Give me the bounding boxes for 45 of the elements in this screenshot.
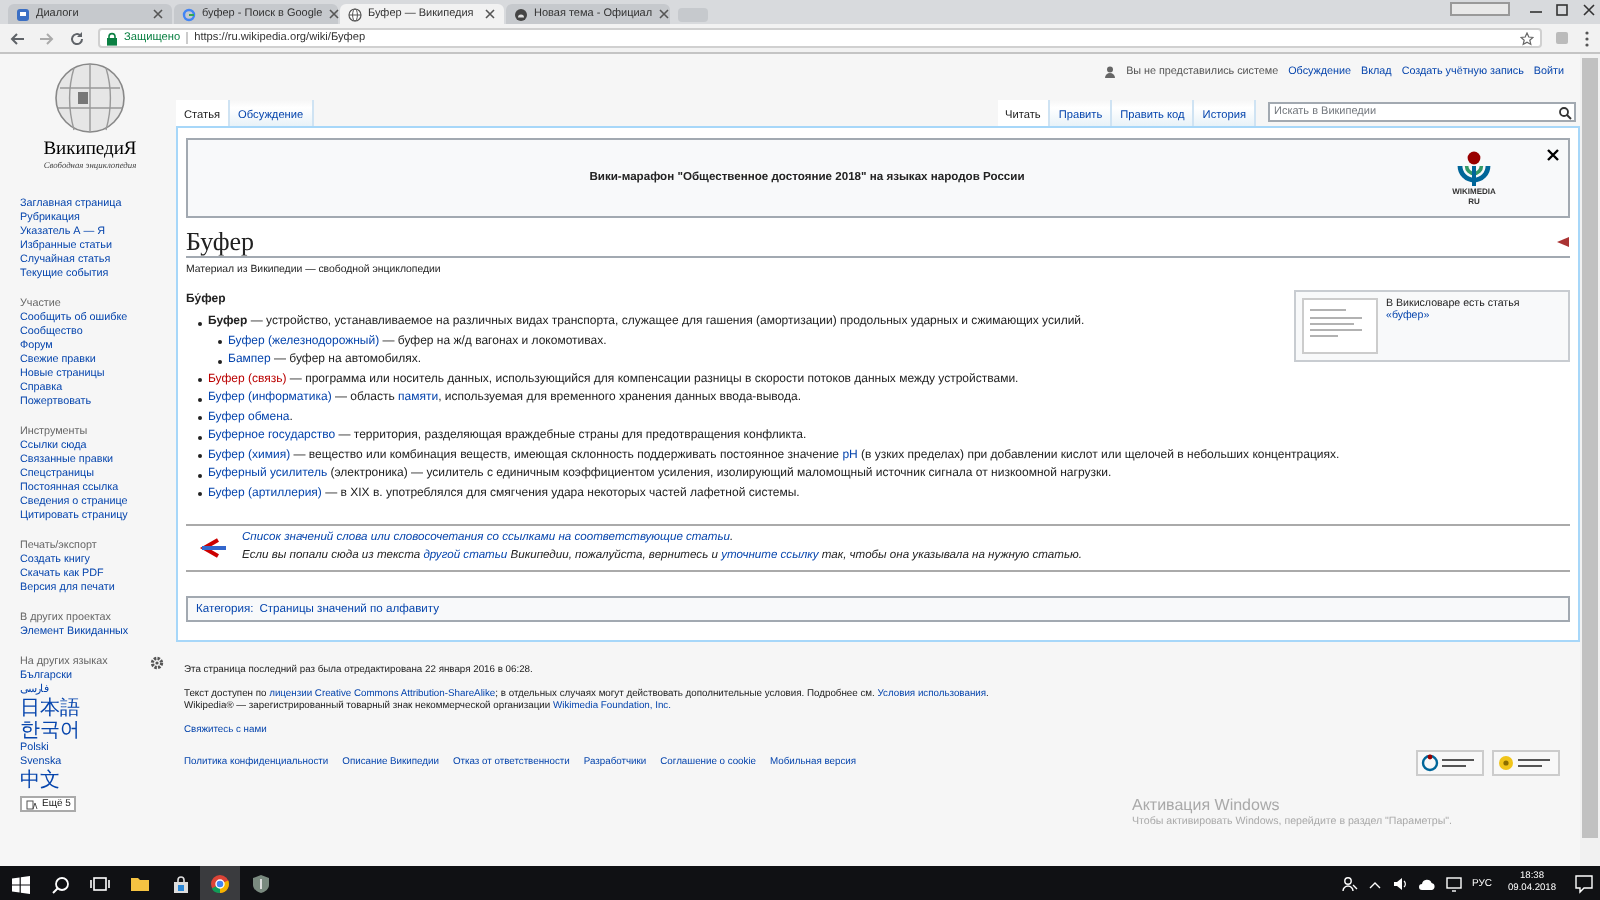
dictionary-page-drawing (1302, 298, 1378, 354)
sidebar-link[interactable]: 中文 (20, 770, 60, 792)
lock-icon (106, 31, 118, 45)
volume-icon[interactable] (1391, 876, 1408, 892)
close-icon[interactable] (1546, 148, 1560, 162)
search-icon[interactable] (1558, 105, 1572, 119)
translate-icon (26, 799, 38, 809)
windows-icon[interactable] (11, 875, 29, 893)
sidebar-link[interactable]: 日本語 (20, 698, 80, 720)
browser-icon (210, 874, 230, 894)
people-icon[interactable] (1341, 876, 1358, 892)
pointer-icon[interactable] (1556, 235, 1570, 247)
star-icon[interactable] (1520, 31, 1534, 45)
mediawiki-badge-icon[interactable] (1492, 750, 1560, 776)
notification-icon[interactable] (1572, 872, 1596, 896)
sidebar-link[interactable]: 한국어 (20, 720, 80, 742)
close-icon[interactable] (484, 8, 496, 20)
reload-icon[interactable] (68, 29, 86, 47)
arrows-icon (198, 536, 226, 560)
shopping-bag-icon (171, 875, 189, 893)
menu-icon[interactable] (1582, 29, 1592, 47)
taskbar-app[interactable] (200, 866, 240, 900)
maximize-icon[interactable] (1550, 2, 1574, 18)
wikimedia-project-badge-icon[interactable] (1416, 750, 1484, 776)
caret-up-icon[interactable] (1367, 879, 1382, 889)
folder-icon (130, 876, 150, 892)
shield-icon (251, 874, 269, 894)
cloud-icon[interactable] (1417, 877, 1436, 891)
chat-icon (16, 7, 30, 21)
scrollbar-thumb[interactable] (1582, 58, 1598, 838)
wiki-wordmark: ВикипедиЯ (43, 140, 137, 160)
wikimedia-logo-icon (1454, 150, 1494, 188)
globe-icon (348, 7, 362, 21)
ring-icon (182, 7, 196, 21)
globe-puzzle-drawing[interactable] (50, 60, 130, 136)
helmet-icon (514, 7, 528, 21)
scrollbar[interactable] (1580, 54, 1600, 866)
activation-title: Активация Windows (1132, 796, 1282, 816)
close-icon[interactable] (328, 8, 341, 20)
settings-icon[interactable] (150, 655, 164, 669)
monitor-icon[interactable] (1445, 876, 1462, 892)
task-view-icon[interactable] (90, 876, 110, 892)
person-icon (1104, 66, 1117, 78)
page-title: Буфер (186, 225, 255, 257)
back-icon[interactable] (8, 29, 26, 47)
